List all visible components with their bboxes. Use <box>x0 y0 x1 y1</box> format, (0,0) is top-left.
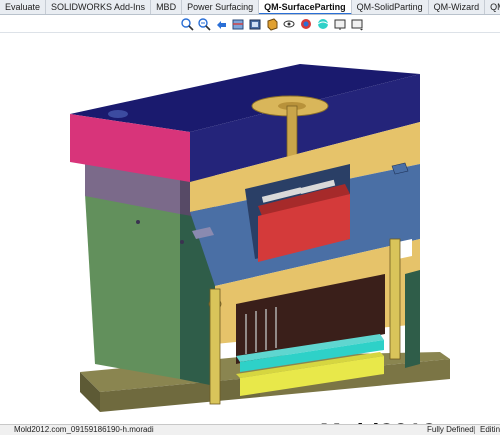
ejector-housing-left[interactable] <box>85 194 180 379</box>
tab-qm-tools[interactable]: QM-Tools <box>485 0 500 14</box>
zoom-area-icon[interactable] <box>197 17 211 31</box>
support-column-right[interactable] <box>405 270 420 368</box>
status-definition: Fully Defined <box>427 425 474 434</box>
guide-post-right[interactable] <box>389 238 401 360</box>
display-pane-icon[interactable] <box>350 17 364 31</box>
tab-qm-wizard[interactable]: QM-Wizard <box>429 0 486 14</box>
status-file-name: Mold2012.com_09159186190-h.moradi <box>14 425 154 434</box>
hide-show-icon[interactable] <box>282 17 296 31</box>
previous-view-icon[interactable] <box>214 17 228 31</box>
side-hole-left <box>136 220 140 224</box>
tab-evaluate[interactable]: Evaluate <box>0 0 47 14</box>
view-settings-icon[interactable] <box>333 17 347 31</box>
tab-power-surfacing[interactable]: Power Surfacing <box>182 0 260 14</box>
view-orientation-icon[interactable] <box>248 17 262 31</box>
status-bar: Mold2012.com_09159186190-h.moradi Fully … <box>0 424 500 435</box>
scene-icon[interactable] <box>316 17 330 31</box>
edit-appearance-icon[interactable] <box>299 17 313 31</box>
tab-mbd[interactable]: MBD <box>151 0 183 14</box>
display-style-icon[interactable] <box>265 17 279 31</box>
command-manager-tabs: Evaluate SOLIDWORKS Add-Ins MBD Power Surfa… <box>0 0 500 15</box>
heads-up-view-toolbar <box>0 15 500 33</box>
locating-ring-hole <box>108 110 128 118</box>
mold-assembly-model[interactable] <box>0 34 500 424</box>
status-mode: Editing <box>480 425 500 434</box>
graphics-area[interactable]: Mold2012.com <box>0 34 500 435</box>
tab-solidworks-add-ins[interactable]: SOLIDWORKS Add-Ins <box>46 0 152 14</box>
tab-qm-surfaceparting[interactable]: QM-SurfaceParting <box>259 0 352 14</box>
zoom-to-fit-icon[interactable] <box>180 17 194 31</box>
side-hole-left-2 <box>180 240 184 244</box>
guide-post-left[interactable] <box>209 288 221 405</box>
status-separator <box>474 426 475 434</box>
tab-qm-solidparting[interactable]: QM-SolidParting <box>352 0 429 14</box>
section-view-icon[interactable] <box>231 17 245 31</box>
